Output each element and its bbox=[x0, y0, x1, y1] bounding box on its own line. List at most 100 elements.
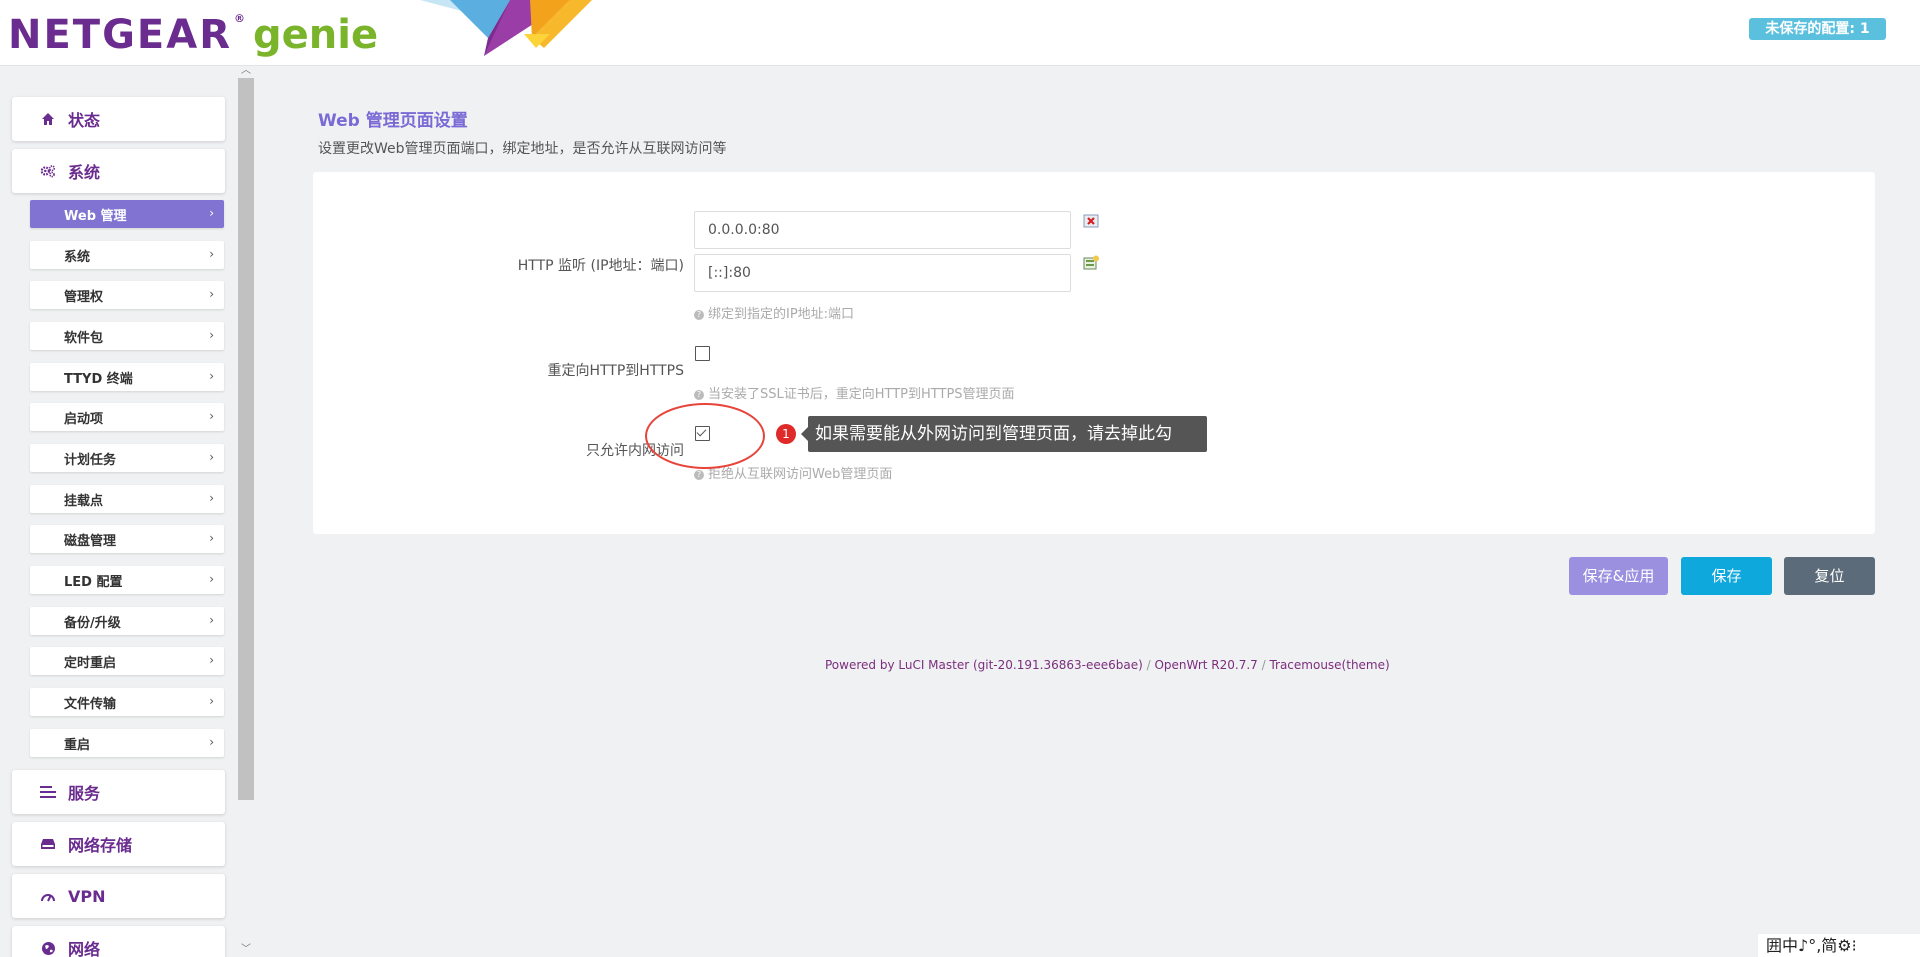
chevron-right-icon: › bbox=[209, 694, 214, 708]
sidebar-subitem-web-admin[interactable]: Web 管理 › bbox=[30, 200, 224, 228]
sidebar-subitem-reboot[interactable]: 重启 › bbox=[30, 729, 224, 757]
home-icon bbox=[40, 111, 56, 127]
chevron-right-icon: › bbox=[209, 247, 214, 261]
sidebar-item-label: 网络 bbox=[68, 940, 101, 957]
sidebar-subitem-label: 重启 bbox=[64, 737, 91, 753]
sidebar-subitem-ttyd[interactable]: TTYD 终端 › bbox=[30, 363, 224, 391]
chevron-right-icon: › bbox=[209, 531, 214, 545]
sidebar-subitem-file-transfer[interactable]: 文件传输 › bbox=[30, 688, 224, 716]
hint-text: 绑定到指定的IP地址:端口 bbox=[708, 307, 855, 322]
chevron-right-icon: › bbox=[209, 287, 214, 301]
sidebar-item-label: VPN bbox=[68, 886, 106, 906]
sidebar-scrollbar[interactable]: ︿ ﹀ bbox=[236, 66, 256, 957]
chevron-right-icon: › bbox=[209, 369, 214, 383]
redirect-https-hint: ? 当安装了SSL证书后，重定向HTTP到HTTPS管理页面 bbox=[694, 383, 1015, 402]
sidebar-subitem-label: 定时重启 bbox=[64, 655, 117, 671]
footer-separator: / bbox=[1142, 658, 1155, 672]
sidebar-subitem-label: TTYD 终端 bbox=[64, 371, 133, 387]
footer: Powered by LuCI Master (git-20.191.36863… bbox=[825, 658, 1390, 672]
footer-theme-link[interactable]: Tracemouse(theme) bbox=[1269, 658, 1389, 672]
save-button[interactable]: 保存 bbox=[1681, 557, 1772, 595]
sidebar-item-status[interactable]: 状态 bbox=[12, 97, 225, 141]
sidebar-subitem-scheduled-reboot[interactable]: 定时重启 › bbox=[30, 647, 224, 675]
sidebar-subitem-label: 磁盘管理 bbox=[64, 533, 117, 549]
chevron-right-icon: › bbox=[209, 653, 214, 667]
scroll-up-icon[interactable]: ︿ bbox=[240, 66, 252, 76]
sidebar-subitem-label: 备份/升级 bbox=[64, 615, 121, 631]
sidebar-subitem-packages[interactable]: 软件包 › bbox=[30, 322, 224, 350]
scrollbar-thumb[interactable] bbox=[238, 78, 254, 800]
http-listen-input-2[interactable]: [::]:80 bbox=[694, 254, 1071, 292]
netgear-genie-logo[interactable]: NETGEAR ® genie bbox=[8, 12, 378, 58]
header-decoration-graphic bbox=[420, 0, 592, 56]
sidebar-item-label: 网络存储 bbox=[68, 836, 133, 855]
http-listen-hint: ? 绑定到指定的IP地址:端口 bbox=[694, 303, 854, 322]
hint-text: 拒绝从互联网访问Web管理页面 bbox=[708, 467, 893, 482]
page-description: 设置更改Web管理页面端口，绑定地址，是否允许从互联网访问等 bbox=[318, 141, 727, 157]
ime-toolbar[interactable]: 囲中♪°,简⚙⁝ bbox=[1758, 934, 1920, 957]
drive-icon bbox=[40, 836, 56, 852]
chevron-right-icon: › bbox=[209, 735, 214, 749]
gears-icon bbox=[40, 163, 56, 179]
chevron-right-icon: › bbox=[209, 572, 214, 586]
sidebar-item-services[interactable]: 服务 bbox=[12, 770, 225, 814]
help-icon: ? bbox=[694, 390, 704, 400]
unsaved-config-badge[interactable]: 未保存的配置: 1 bbox=[1749, 18, 1886, 40]
help-icon: ? bbox=[694, 470, 704, 480]
sidebar-subitem-label: LED 配置 bbox=[64, 574, 123, 590]
logo-brand: NETGEAR bbox=[8, 12, 232, 58]
chevron-right-icon: › bbox=[209, 409, 214, 423]
annotation-tooltip: 如果需要能从外网访问到管理页面，请去掉此勾 bbox=[801, 416, 1207, 452]
footer-openwrt-link[interactable]: OpenWrt R20.7.7 bbox=[1154, 658, 1257, 672]
save-apply-button[interactable]: 保存&应用 bbox=[1569, 557, 1668, 595]
sidebar-subitem-disk-management[interactable]: 磁盘管理 › bbox=[30, 525, 224, 553]
scroll-down-icon[interactable]: ﹀ bbox=[240, 945, 252, 955]
chevron-right-icon: › bbox=[209, 613, 214, 627]
sidebar-subitem-backup-upgrade[interactable]: 备份/升级 › bbox=[30, 607, 224, 635]
sidebar-subitem-label: Web 管理 bbox=[64, 208, 127, 224]
help-icon: ? bbox=[694, 310, 704, 320]
sidebar-subitem-admin-rights[interactable]: 管理权 › bbox=[30, 281, 224, 309]
sidebar-item-label: 系统 bbox=[68, 163, 101, 182]
http-listen-input-1[interactable]: 0.0.0.0:80 bbox=[694, 211, 1071, 249]
sidebar-item-system[interactable]: 系统 bbox=[12, 149, 225, 193]
hint-text: 当安装了SSL证书后，重定向HTTP到HTTPS管理页面 bbox=[708, 387, 1015, 402]
logo-reg: ® bbox=[234, 12, 245, 25]
sidebar-subitem-system[interactable]: 系统 › bbox=[30, 241, 224, 269]
sidebar-subitem-startup[interactable]: 启动项 › bbox=[30, 403, 224, 431]
annotation-badge: 1 bbox=[776, 424, 796, 444]
footer-separator: / bbox=[1257, 658, 1270, 672]
sidebar-subitem-label: 文件传输 bbox=[64, 696, 117, 712]
add-entry-icon[interactable] bbox=[1083, 255, 1099, 271]
reset-button[interactable]: 复位 bbox=[1784, 557, 1875, 595]
http-listen-label: HTTP 监听 (IP地址：端口) bbox=[517, 258, 684, 274]
sidebar-subitem-mount-points[interactable]: 挂载点 › bbox=[30, 485, 224, 513]
list-icon bbox=[40, 784, 56, 800]
footer-luci-link[interactable]: Powered by LuCI Master (git-20.191.36863… bbox=[825, 658, 1143, 672]
sidebar-item-network-storage[interactable]: 网络存储 bbox=[12, 822, 225, 866]
chevron-right-icon: › bbox=[209, 206, 214, 220]
globe-icon bbox=[40, 940, 56, 956]
sidebar-subitem-label: 管理权 bbox=[64, 289, 104, 305]
sidebar-subitem-label: 软件包 bbox=[64, 330, 104, 346]
sidebar-item-network[interactable]: 网络 bbox=[12, 926, 225, 957]
sidebar-subitem-label: 计划任务 bbox=[64, 452, 117, 468]
sidebar-subitem-scheduled-tasks[interactable]: 计划任务 › bbox=[30, 444, 224, 472]
gauge-icon bbox=[40, 888, 56, 904]
top-header: NETGEAR ® genie 未保存的配置: 1 bbox=[0, 0, 1920, 66]
sidebar-item-label: 服务 bbox=[68, 784, 101, 803]
sidebar-subitem-label: 系统 bbox=[64, 249, 91, 265]
remove-entry-icon[interactable] bbox=[1083, 213, 1099, 229]
chevron-right-icon: › bbox=[209, 450, 214, 464]
sidebar-subitem-label: 启动项 bbox=[64, 411, 104, 427]
sidebar-subitem-led-config[interactable]: LED 配置 › bbox=[30, 566, 224, 594]
chevron-right-icon: › bbox=[209, 491, 214, 505]
redirect-https-label: 重定向HTTP到HTTPS bbox=[547, 363, 684, 379]
page-title: Web 管理页面设置 bbox=[318, 111, 468, 131]
chevron-right-icon: › bbox=[209, 328, 214, 342]
sidebar-nav: 状态 系统 Web 管理 › 系统 › 管理权 › 软件包 › TTYD 终端 … bbox=[0, 66, 236, 957]
logo-product: genie bbox=[253, 12, 379, 58]
sidebar-item-label: 状态 bbox=[68, 111, 101, 130]
redirect-https-checkbox[interactable] bbox=[695, 346, 710, 361]
sidebar-item-vpn[interactable]: VPN bbox=[12, 874, 225, 918]
